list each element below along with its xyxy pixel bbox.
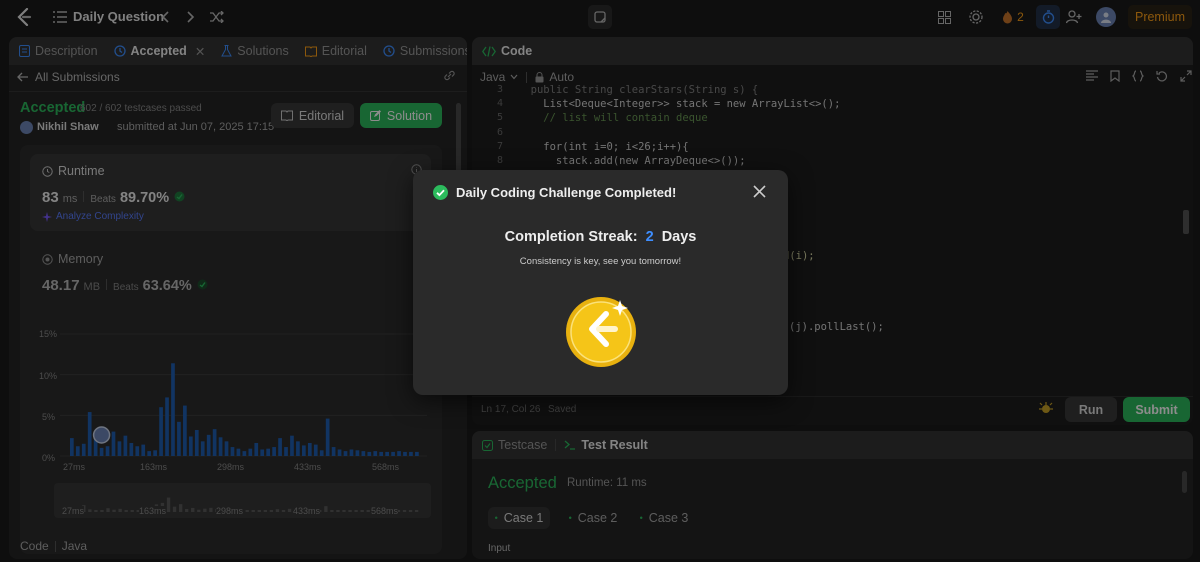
gold-coin-icon — [565, 296, 637, 368]
streak-value: 2 — [645, 229, 654, 245]
modal-message: Consistency is key, see you tomorrow! — [519, 256, 682, 267]
close-modal-icon[interactable] — [753, 185, 766, 198]
check-circle-icon — [433, 185, 448, 200]
streak-line: Completion Streak: 2 Days — [413, 229, 788, 245]
modal-title: Daily Coding Challenge Completed! — [456, 185, 677, 200]
streak-unit: Days — [661, 229, 697, 245]
streak-label: Completion Streak: — [504, 229, 638, 245]
daily-challenge-modal: Daily Coding Challenge Completed! Comple… — [413, 170, 788, 395]
